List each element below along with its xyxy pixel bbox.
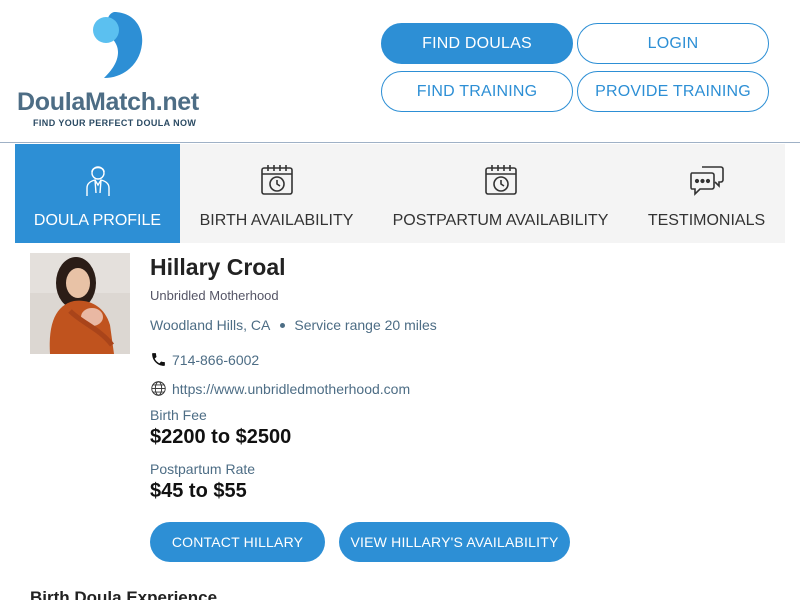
tab-postpartum-availability[interactable]: POSTPARTUM AVAILABILITY xyxy=(373,144,628,243)
tab-label: POSTPARTUM AVAILABILITY xyxy=(392,212,609,229)
birth-experience-heading: Birth Doula Experience xyxy=(30,588,218,600)
provide-training-button[interactable]: PROVIDE TRAINING xyxy=(577,71,769,112)
postpartum-rate-value: $45 to $55 xyxy=(150,480,247,502)
chat-bubbles-icon xyxy=(689,166,724,196)
find-training-button[interactable]: FIND TRAINING xyxy=(381,71,573,112)
website-line[interactable]: https://www.unbridledmotherhood.com xyxy=(150,380,410,397)
tab-label: TESTIMONIALS xyxy=(647,212,766,229)
doula-name: Hillary Croal xyxy=(150,254,286,280)
calendar-clock-icon xyxy=(484,165,517,195)
profile-tabs: DOULA PROFILE BIRTH AVAILABILITY POSTPAR… xyxy=(15,144,785,243)
phone-line[interactable]: 714-866-6002 xyxy=(150,351,259,368)
website-link[interactable]: https://www.unbridledmotherhood.com xyxy=(172,381,410,397)
postpartum-rate-label: Postpartum Rate xyxy=(150,461,256,477)
view-availability-button[interactable]: VIEW HILLARY'S AVAILABILITY xyxy=(339,522,570,562)
tab-doula-profile[interactable]: DOULA PROFILE xyxy=(15,144,180,243)
tab-label: DOULA PROFILE xyxy=(33,212,162,229)
phone-icon xyxy=(152,353,165,366)
birth-fee-label: Birth Fee xyxy=(150,407,207,423)
site-logo[interactable]: DoulaMatch.net FIND YOUR PERFECT DOULA N… xyxy=(16,10,226,132)
birth-fee-value: $2200 to $2500 xyxy=(150,426,292,448)
site-header: DoulaMatch.net FIND YOUR PERFECT DOULA N… xyxy=(0,0,800,143)
business-name: Unbridled Motherhood xyxy=(150,288,279,303)
brand-name: DoulaMatch.net xyxy=(17,88,199,116)
calendar-clock-icon xyxy=(260,165,293,195)
login-button[interactable]: LOGIN xyxy=(577,23,769,64)
separator-dot xyxy=(280,322,286,328)
tab-label: BIRTH AVAILABILITY xyxy=(199,212,354,229)
find-doulas-button[interactable]: FIND DOULAS xyxy=(381,23,573,64)
location-line: Woodland Hills, CA Service range 20 mile… xyxy=(150,317,437,333)
doula-photo xyxy=(30,253,130,354)
contact-doula-button[interactable]: CONTACT HILLARY xyxy=(150,522,325,562)
location: Woodland Hills, CA xyxy=(150,317,271,333)
doula-profile-icon xyxy=(85,166,110,196)
service-range: Service range 20 miles xyxy=(294,317,437,333)
phone-number[interactable]: 714-866-6002 xyxy=(172,352,259,368)
tab-testimonials[interactable]: TESTIMONIALS xyxy=(628,144,785,243)
globe-icon xyxy=(151,381,166,396)
tab-birth-availability[interactable]: BIRTH AVAILABILITY xyxy=(180,144,373,243)
doula-logo-icon xyxy=(93,12,143,78)
brand-tagline: FIND YOUR PERFECT DOULA NOW xyxy=(33,118,197,128)
